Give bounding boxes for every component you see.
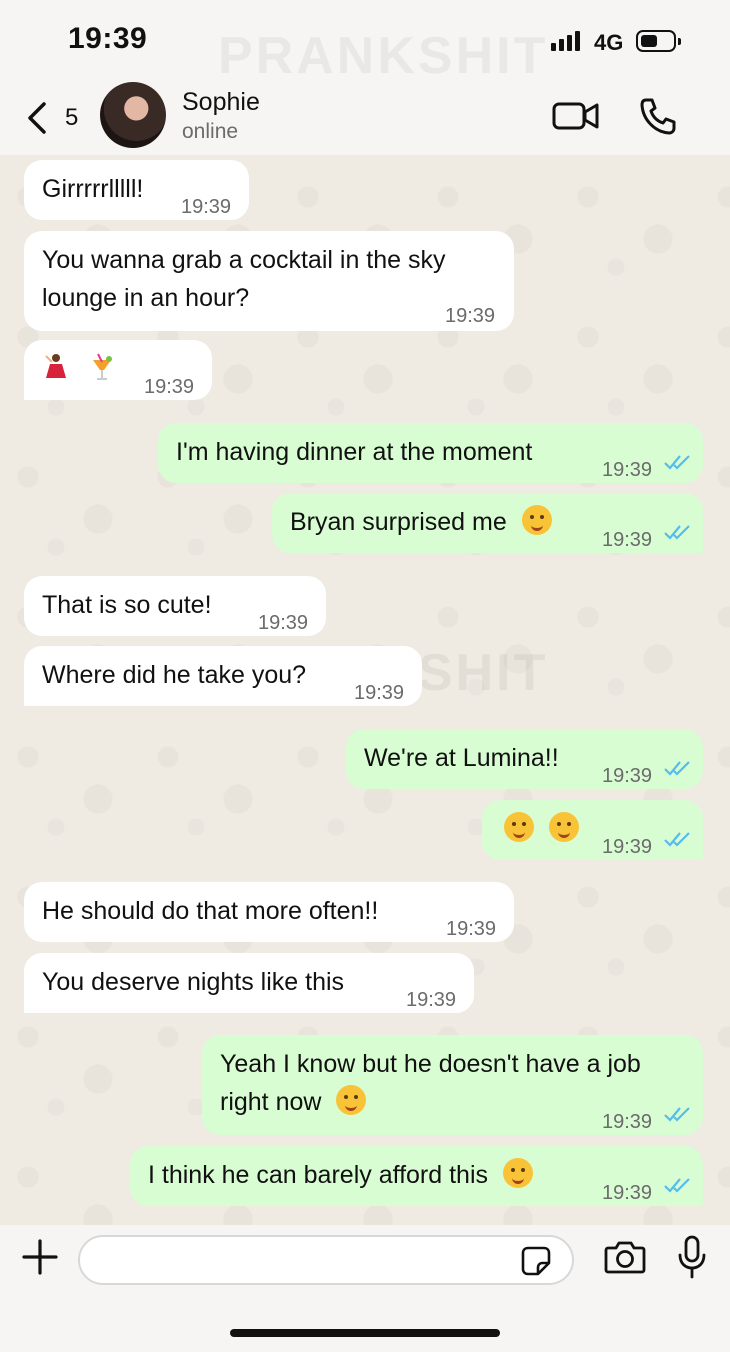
message-text: Girrrrrlllll! [42, 175, 144, 203]
message-time: 19:39 [602, 765, 653, 787]
message-text: We're at Lumina!! [364, 744, 559, 772]
contact-status: online [182, 120, 239, 143]
back-chevron-icon[interactable] [24, 100, 50, 136]
message-text-line: Yeah I know but he doesn't have a job [220, 1050, 641, 1078]
message-time: 19:39 [602, 836, 653, 858]
holding-back-tears-emoji [502, 1158, 533, 1188]
avatar[interactable] [100, 82, 166, 148]
message-incoming[interactable]: You deserve nights like this 19:39 [24, 953, 474, 1013]
message-outgoing[interactable]: Bryan surprised me 19:39 [272, 493, 703, 553]
battery-icon [636, 30, 681, 52]
grinning-sweat-emoji [336, 1085, 367, 1115]
yum-emoji [548, 812, 579, 842]
message-time: 19:39 [602, 529, 653, 551]
message-time: 19:39 [602, 1182, 653, 1204]
read-receipt-icon [664, 525, 690, 540]
home-indicator [230, 1329, 500, 1337]
message-text: Bryan surprised me [290, 508, 507, 536]
message-time: 19:39 [258, 612, 309, 634]
camera-icon[interactable] [604, 1239, 646, 1275]
smiling-face-with-hearts-emoji [504, 812, 534, 842]
watermark: PRANKSHIT [218, 27, 549, 85]
message-text: You deserve nights like this [42, 968, 345, 996]
read-receipt-icon [664, 761, 690, 776]
message-incoming[interactable]: He should do that more often!! 19:39 [24, 882, 514, 942]
network-type: 4G [594, 30, 624, 55]
message-time: 19:39 [144, 376, 195, 398]
message-text: Where did he take you? [42, 661, 307, 689]
message-incoming[interactable]: Girrrrrlllll! 19:39 [24, 160, 249, 220]
message-time: 19:39 [354, 682, 405, 704]
message-text: That is so cute! [42, 591, 212, 619]
phone-call-icon[interactable] [638, 96, 678, 136]
dancer-emoji [42, 352, 70, 382]
status-time: 19:39 [68, 22, 148, 55]
video-call-icon[interactable] [552, 99, 600, 133]
microphone-icon[interactable] [677, 1235, 707, 1279]
message-time: 19:39 [445, 305, 496, 327]
chat-header: 5 Sophie online [0, 80, 730, 155]
message-outgoing[interactable]: We're at Lumina!! 19:39 [346, 729, 703, 789]
message-text-line: You wanna grab a cocktail in the sky [42, 246, 446, 274]
message-outgoing[interactable]: Yeah I know but he doesn't have a job ri… [202, 1035, 703, 1135]
tropical-drink-emoji [89, 352, 115, 382]
message-incoming[interactable]: 19:39 [24, 340, 212, 400]
message-text: He should do that more often!! [42, 897, 379, 925]
message-incoming[interactable]: That is so cute! 19:39 [24, 576, 326, 636]
read-receipt-icon [664, 832, 690, 847]
face-with-hand-over-mouth-emoji [521, 505, 552, 535]
contact-name[interactable]: Sophie [182, 88, 260, 117]
message-time: 19:39 [446, 918, 497, 940]
plus-icon[interactable] [22, 1239, 58, 1275]
sticker-icon[interactable] [520, 1245, 552, 1277]
message-input[interactable] [78, 1235, 574, 1285]
message-time: 19:39 [602, 1111, 653, 1133]
message-text: I'm having dinner at the moment [176, 438, 533, 466]
composer-bar [0, 1225, 730, 1352]
message-outgoing[interactable]: I think he can barely afford this 19:39 [130, 1146, 703, 1206]
message-outgoing[interactable]: 19:39 [482, 800, 703, 860]
signal-icon [551, 31, 580, 51]
message-time: 19:39 [602, 459, 653, 481]
unread-count[interactable]: 5 [65, 104, 78, 132]
read-receipt-icon [664, 455, 690, 470]
message-text-line: lounge in an hour? [42, 284, 250, 312]
message-time: 19:39 [406, 989, 457, 1011]
message-time: 19:39 [181, 196, 232, 218]
message-text-line: right now [220, 1088, 322, 1116]
read-receipt-icon [664, 1178, 690, 1193]
message-incoming[interactable]: Where did he take you? 19:39 [24, 646, 422, 706]
message-incoming[interactable]: You wanna grab a cocktail in the sky lou… [24, 231, 514, 331]
read-receipt-icon [664, 1107, 690, 1122]
message-text: I think he can barely afford this [148, 1161, 489, 1189]
message-outgoing[interactable]: I'm having dinner at the moment 19:39 [158, 423, 703, 483]
